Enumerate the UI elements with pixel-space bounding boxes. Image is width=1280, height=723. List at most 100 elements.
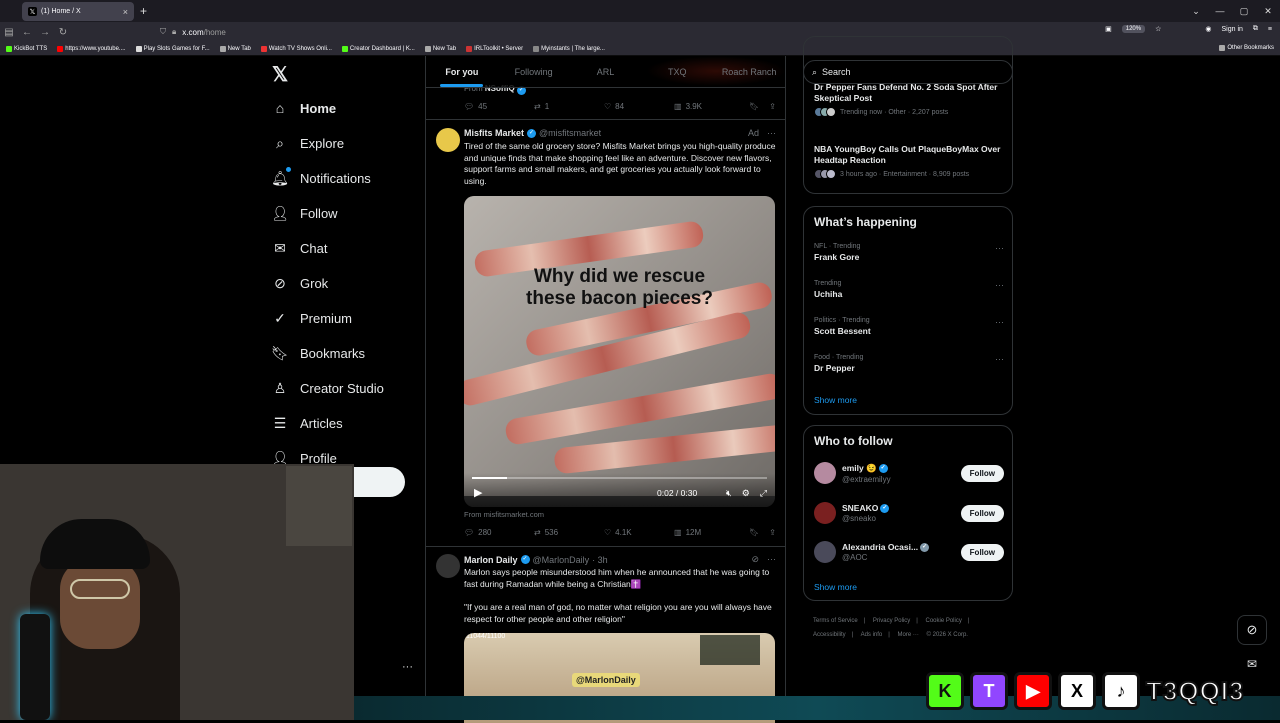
nav-grok[interactable]: ⊘ Grok [272,275,328,291]
footer-link[interactable]: Terms of Service [813,618,858,624]
tab-txq[interactable]: TXQ [641,56,713,87]
post-button[interactable] [354,467,405,497]
grok-post-icon[interactable]: ⊘ [751,554,759,565]
reply-button[interactable]: 💬︎ 45 [464,102,534,111]
other-bookmarks[interactable]: Other Bookmarks [1219,45,1274,51]
zoom-level[interactable]: 120% [1121,25,1146,33]
share-icon[interactable]: ⇪ [769,102,776,111]
play-icon[interactable]: ▶ [474,486,482,499]
ad-source-link[interactable]: From misfitsmarket.com [464,510,544,519]
forward-button[interactable]: → [36,27,54,38]
bookmark-item[interactable]: Play Slots Games for F... [135,45,210,52]
follow-suggestion[interactable]: emily 😉 ✓ @extraemilyy Follow [814,462,1004,484]
tab-following[interactable]: Following [498,56,570,87]
bookmark-item[interactable]: New Tab [219,45,251,52]
minimize-button[interactable]: — [1208,0,1232,22]
views-button[interactable]: ▥ 12M [674,528,744,537]
like-button[interactable]: ♡ 84 [604,102,674,111]
news-item[interactable]: Dr Pepper Fans Defend No. 2 Soda Spot Af… [814,82,1004,117]
footer-link[interactable]: Ads info [861,632,883,638]
settings-icon[interactable]: ⚙ [742,488,750,499]
more-options-icon[interactable]: ··· [995,354,1004,364]
trend-item[interactable]: Food · Trending Dr Pepper ··· [814,354,1004,373]
footer-link[interactable]: Cookie Policy [926,618,962,624]
repost-button[interactable]: ⇄ 536 [534,528,604,537]
reader-view-icon[interactable]: ▣ [1105,25,1112,33]
bookmark-item[interactable]: New Tab [424,45,456,52]
x-logo-icon[interactable]: 𝕏 [272,62,288,87]
repost-button[interactable]: ⇄ 1 [534,102,604,111]
avatar[interactable] [436,128,460,152]
nav-bookmarks[interactable]: 🔖︎ Bookmarks [271,345,365,361]
fullscreen-icon[interactable]: ⤢ [760,488,767,499]
tab-close-icon[interactable]: × [123,7,128,17]
follow-suggestion[interactable]: Alexandria Ocasi... ✓ @AOC Follow [814,541,1004,563]
follow-button[interactable]: Follow [960,504,1004,522]
reload-button[interactable]: ↻ [54,27,72,38]
follow-button[interactable]: Follow [960,464,1004,482]
close-window-button[interactable]: ✕ [1256,0,1280,22]
menu-icon[interactable]: ≡ [1268,26,1272,33]
avatar[interactable] [814,502,836,524]
bookmark-icon[interactable]: 🔖︎ [749,528,759,537]
bookmark-item[interactable]: https://www.youtube.... [57,45,126,52]
footer-link[interactable]: Accessibility [813,632,846,638]
search-input[interactable]: ⌕ Search [803,60,1013,84]
bookmark-item[interactable]: Watch TV Shows Onli... [260,45,332,52]
more-options-icon[interactable]: ··· [995,280,1004,290]
bookmark-item[interactable]: Creator Dashboard | K... [341,45,415,52]
maximize-button[interactable]: ▢ [1232,0,1256,22]
tab-arl[interactable]: ARL [570,56,642,87]
more-options-icon[interactable]: ··· [995,243,1004,253]
browser-tab[interactable]: 𝕏 (1) Home / X × [22,2,134,21]
tab-list-icon[interactable]: ⌄ [1184,0,1208,22]
footer-link[interactable]: More ··· [898,632,919,638]
nav-explore[interactable]: ⌕ Explore [272,135,344,151]
nav-articles[interactable]: ☰ Articles [272,415,343,431]
author-handle[interactable]: @MarlonDaily [533,555,590,565]
footer-link[interactable]: Privacy Policy [873,618,910,624]
reply-button[interactable]: 💬︎ 280 [464,528,534,537]
author-name[interactable]: Marlon Daily [464,555,518,565]
sign-in-link[interactable]: Sign in [1222,26,1243,33]
nav-home[interactable]: ⌂ Home [272,100,336,116]
avatar[interactable] [436,554,460,578]
author-name[interactable]: Misfits Market [464,128,524,138]
bookmark-item[interactable]: Myinstants | The large... [533,45,605,52]
account-icon[interactable]: ◉ [1205,25,1211,33]
show-more-link[interactable]: Show more [814,582,857,592]
post-time[interactable]: · 3h [592,555,608,565]
new-tab-button[interactable]: + [140,4,147,18]
avatar[interactable] [814,541,836,563]
back-button[interactable]: ← [18,27,36,38]
tab-roach-ranch[interactable]: Roach Ranch [713,56,785,87]
like-button[interactable]: ♡ 4.1K [604,528,674,537]
nav-chat[interactable]: ✉ Chat [272,240,327,256]
nav-follow[interactable]: 👤︎ Follow [271,205,337,221]
more-options-icon[interactable]: ··· [995,317,1004,327]
follow-button[interactable]: Follow [960,543,1004,561]
bookmark-item[interactable]: IRLToolkit • Server [466,45,523,52]
views-button[interactable]: ▥ 3.9K [674,102,744,111]
grok-float-button[interactable]: ⊘ [1237,615,1267,645]
sidebar-toggle-icon[interactable]: ▤ [0,27,18,38]
author-handle[interactable]: @misfitsmarket [539,128,601,138]
show-more-link[interactable]: Show more [814,395,857,405]
tab-for-you[interactable]: For you [426,56,498,87]
trend-item[interactable]: Politics · Trending Scott Bessent ··· [814,317,1004,336]
trend-item[interactable]: NFL · Trending Frank Gore ··· [814,243,1004,262]
bookmark-icon[interactable]: 🔖︎ [749,102,759,111]
star-icon[interactable]: ☆ [1155,25,1161,33]
nav-premium[interactable]: ✓ Premium [272,310,352,326]
video-progress-bar[interactable] [472,477,767,479]
more-options-icon[interactable]: ··· [767,554,776,565]
mute-icon[interactable]: 🔇︎ [726,488,732,499]
avatar[interactable] [814,462,836,484]
more-options-icon[interactable]: ··· [402,661,413,673]
nav-notifications[interactable]: 🔔︎ Notifications [271,166,371,186]
news-item[interactable]: NBA YoungBoy Calls Out PlaqueBoyMax Over… [814,144,1004,179]
follow-suggestion[interactable]: SNEAKO ✓ @sneako Follow [814,502,1004,524]
video-player[interactable]: Why did we rescue these bacon pieces? ▶ … [464,196,775,507]
extensions-icon[interactable]: ⧉ [1253,25,1258,33]
bookmark-item[interactable]: KickBot TTS [6,45,47,52]
